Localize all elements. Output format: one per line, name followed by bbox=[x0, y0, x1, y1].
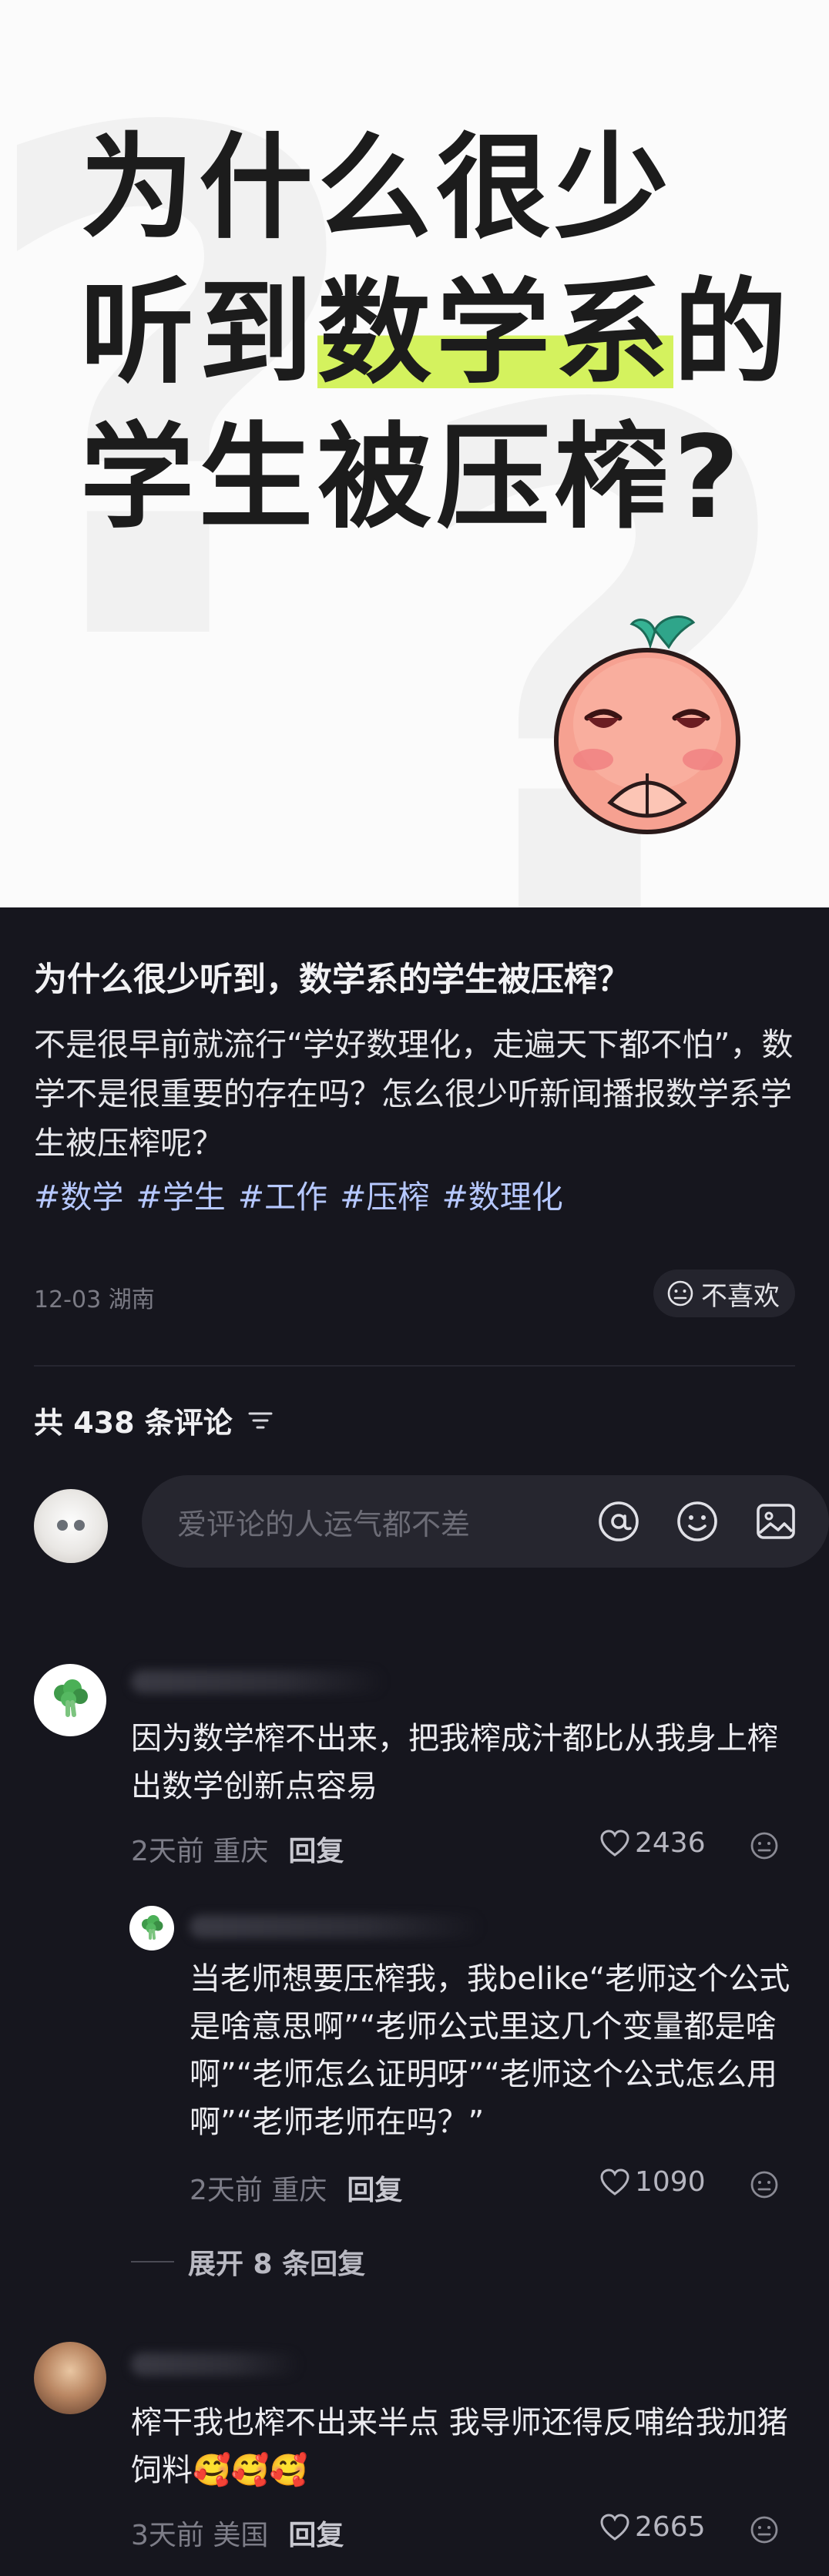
dislike-icon[interactable] bbox=[749, 2514, 780, 2545]
post-meta-row: 12-03 湖南 不喜欢 bbox=[34, 1270, 795, 1323]
comment-count: 共 438 条评论 bbox=[34, 1406, 233, 1440]
tag-link[interactable]: #学生 bbox=[136, 1179, 225, 1216]
cover-title-line-1: 为什么很少 bbox=[80, 122, 673, 254]
image-icon[interactable] bbox=[753, 1499, 798, 1544]
like-button[interactable]: 2665 bbox=[599, 2511, 706, 2543]
reply-button[interactable]: 回复 bbox=[347, 2168, 402, 2208]
heart-icon bbox=[600, 2513, 629, 2541]
like-count: 2436 bbox=[635, 1827, 706, 1859]
comment-text: 因为数学榨不出来，把我榨成汁都比从我身上榨出数学创新点容易 bbox=[131, 1721, 778, 1804]
comment-input-placeholder: 爱评论的人运气都不差 bbox=[177, 1507, 471, 1541]
avatar-eye bbox=[74, 1520, 85, 1531]
dislike-button[interactable]: 不喜欢 bbox=[653, 1270, 795, 1317]
comment-time: 2天前 bbox=[131, 1836, 204, 1867]
avatar[interactable] bbox=[34, 1664, 106, 1736]
expand-replies-label: 展开 8 条回复 bbox=[188, 2249, 366, 2280]
cover-title: 为什么很少 听到数学系的 学生被压榨? bbox=[80, 116, 792, 550]
cover-title-text: 的 bbox=[673, 267, 792, 399]
post: 为什么很少听到，数学系的学生被压榨？ 不是很早前就流行“学好数理化，走遍天下都不… bbox=[0, 907, 829, 1568]
comment-item: 榨干我也榨不出来半点 我导师还得反哺给我加猪饲料🥰🥰🥰 3天前 美国 回复 26… bbox=[0, 2329, 829, 2576]
sort-icon[interactable] bbox=[248, 1410, 273, 1431]
comment-input[interactable]: 爱评论的人运气都不差 bbox=[142, 1475, 829, 1568]
avatar-eye bbox=[57, 1520, 68, 1531]
tag-link[interactable]: #压榨 bbox=[340, 1179, 429, 1216]
broccoli-icon bbox=[54, 1679, 88, 1717]
comment-location: 重庆 bbox=[213, 1836, 269, 1867]
expand-replies-button[interactable]: 展开 8 条回复 bbox=[131, 2242, 365, 2282]
avatar[interactable] bbox=[129, 1906, 174, 1950]
peach-mascot-icon bbox=[554, 615, 740, 834]
comment-meta: 2天前 重庆 回复 bbox=[131, 1829, 344, 1869]
username-blurred[interactable] bbox=[131, 2353, 300, 2376]
avatar[interactable] bbox=[34, 2342, 106, 2414]
post-date-location: 12-03 湖南 bbox=[34, 1286, 155, 1313]
cover-title-line-3: 学生被压榨? bbox=[80, 411, 744, 544]
cover-title-line-2: 听到数学系的 bbox=[80, 260, 792, 405]
tag-link[interactable]: #工作 bbox=[238, 1179, 327, 1216]
like-button[interactable]: 2436 bbox=[599, 1827, 706, 1859]
avatar[interactable] bbox=[34, 1489, 108, 1563]
comment-meta: 3天前 美国 回复 bbox=[131, 2513, 344, 2553]
comment-time: 2天前 bbox=[190, 2175, 263, 2206]
divider bbox=[131, 2261, 174, 2262]
dislike-label: 不喜欢 bbox=[701, 1280, 780, 1312]
cover-title-highlight: 数学系 bbox=[317, 267, 673, 399]
heart-icon bbox=[600, 2168, 629, 2195]
at-icon[interactable] bbox=[596, 1499, 641, 1544]
comment-emoji: 🥰🥰🥰 bbox=[193, 2453, 308, 2488]
comment-composer: 爱评论的人运气都不差 bbox=[34, 1475, 829, 1568]
tag-link[interactable]: #数理化 bbox=[441, 1179, 562, 1216]
like-count: 2665 bbox=[635, 2511, 706, 2543]
like-button[interactable]: 1090 bbox=[599, 2166, 706, 2198]
like-count: 1090 bbox=[635, 2166, 706, 2198]
username-blurred[interactable] bbox=[190, 1915, 482, 1938]
comment-meta: 2天前 重庆 回复 bbox=[190, 2168, 402, 2208]
comment-text: 榨干我也榨不出来半点 我导师还得反哺给我加猪饲料🥰🥰🥰 bbox=[131, 2399, 794, 2494]
post-tags: #数学 #学生 #工作 #压榨 #数理化 bbox=[34, 1172, 795, 1222]
username-blurred[interactable] bbox=[131, 1670, 385, 1693]
heart-icon bbox=[600, 1829, 629, 1857]
dislike-icon[interactable] bbox=[749, 2169, 780, 2200]
cover-image: ? ? 为什么很少 听到数学系的 学生被压榨? bbox=[0, 0, 829, 907]
cover-title-text: 听到 bbox=[80, 267, 317, 399]
comment-text: 当老师想要压榨我，我belike“老师这个公式是啥意思啊”“老师公式里这几个变量… bbox=[190, 1961, 790, 2140]
emoji-icon[interactable] bbox=[675, 1499, 720, 1544]
comment-time: 3天前 bbox=[131, 2520, 204, 2551]
post-body: 不是很早前就流行“学好数理化，走遍天下都不怕”，数学不是很重要的存在吗？怎么很少… bbox=[34, 1026, 794, 1162]
divider bbox=[34, 1365, 795, 1367]
comment-location: 重庆 bbox=[271, 2175, 327, 2206]
comment-location: 美国 bbox=[213, 2520, 269, 2551]
broccoli-icon bbox=[142, 1915, 163, 1940]
post-title: 为什么很少听到，数学系的学生被压榨？ bbox=[34, 961, 630, 999]
meh-face-icon bbox=[667, 1280, 693, 1306]
reply-button[interactable]: 回复 bbox=[288, 1829, 344, 1869]
reply-button[interactable]: 回复 bbox=[288, 2513, 344, 2553]
dislike-icon[interactable] bbox=[749, 1830, 780, 1861]
tag-link[interactable]: #数学 bbox=[34, 1179, 123, 1216]
comments-header: 共 438 条评论 bbox=[34, 1399, 795, 1441]
comment-item: 因为数学榨不出来，把我榨成汁都比从我身上榨出数学创新点容易 2天前 重庆 回复 … bbox=[0, 1655, 829, 1909]
reply-item: 当老师想要压榨我，我belike“老师这个公式是啥意思啊”“老师公式里这几个变量… bbox=[0, 1898, 829, 2299]
